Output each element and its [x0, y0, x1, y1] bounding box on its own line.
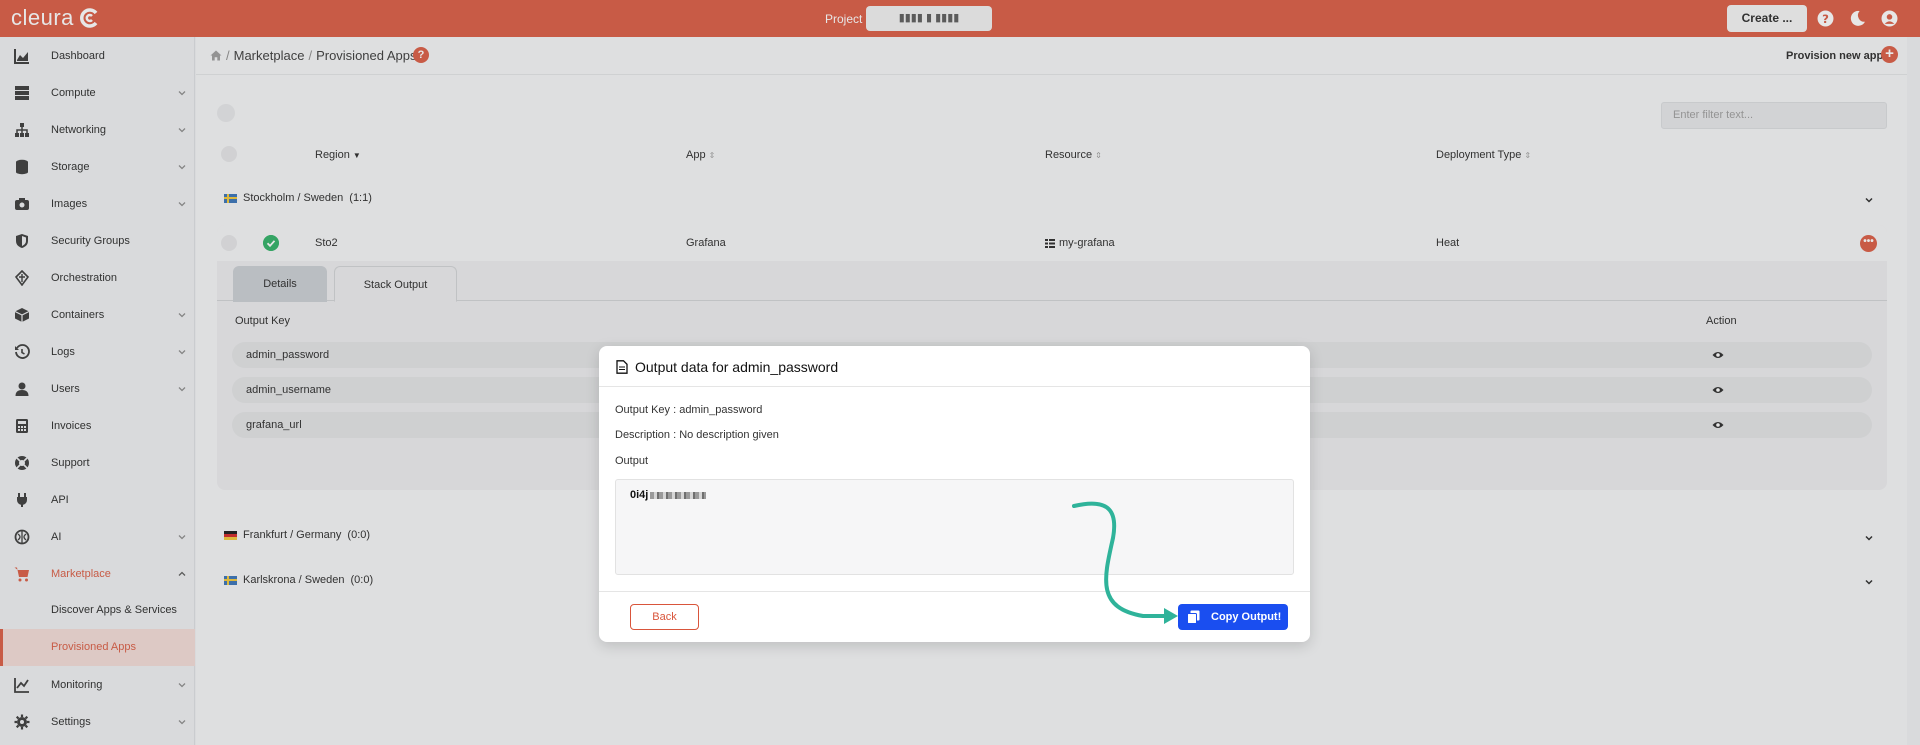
copy-output-button[interactable]: Copy Output!	[1178, 604, 1288, 630]
modal-title: Output data for admin_password	[616, 359, 838, 375]
divider	[599, 591, 1310, 592]
output-value-box[interactable]: 0i4j	[615, 479, 1294, 575]
modal-title-text: Output data for admin_password	[635, 359, 839, 375]
redacted-value	[650, 491, 707, 499]
copy-output-label: Copy Output!	[1211, 611, 1282, 623]
divider	[599, 386, 1310, 387]
annotation-arrow-icon	[1072, 501, 1178, 624]
copy-icon	[1187, 610, 1200, 624]
document-icon	[616, 360, 628, 374]
output-value: 0i4j	[630, 489, 707, 501]
output-label: Output	[615, 455, 649, 467]
description-line: Description : No description given	[615, 429, 779, 441]
output-modal: Output data for admin_password Output Ke…	[599, 346, 1310, 642]
output-value-text: 0i4j	[630, 489, 649, 501]
output-key-line: Output Key : admin_password	[615, 404, 763, 416]
back-button[interactable]: Back	[630, 604, 699, 630]
